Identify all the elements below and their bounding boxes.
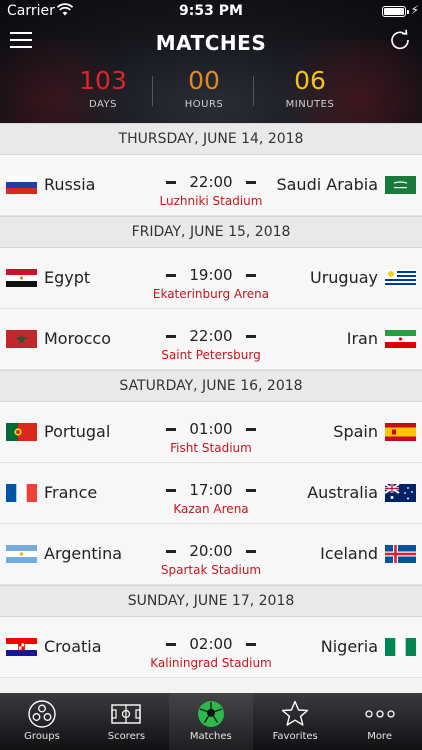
dash-icon [245, 274, 256, 277]
nigeria-flag-icon [385, 638, 416, 656]
status-bar: Carrier 9:53 PM ⚡ [0, 0, 422, 22]
venue-label: Kaliningrad Stadium [150, 656, 272, 670]
days-label: DAYS [88, 99, 118, 110]
date-header: SATURDAY, JUNE 16, 2018 [0, 370, 422, 402]
hours-label: HOURS [184, 99, 224, 110]
tab-more[interactable]: More [338, 693, 422, 750]
venue-label: Luzhniki Stadium [159, 194, 263, 208]
iceland-flag-icon [385, 545, 416, 563]
venue-label: Fisht Stadium [170, 441, 252, 455]
venue-label: Ekaterinburg Arena [152, 287, 270, 301]
dash-icon [166, 550, 177, 553]
venue-label: Spartak Stadium [160, 563, 262, 577]
match-list[interactable]: THURSDAY, JUNE 14, 2018 Russia 22:00 Luzhni… [0, 123, 422, 678]
tab-label: Scorers [107, 731, 146, 742]
hours-value: 00 [188, 66, 220, 95]
australia-flag-icon [385, 484, 416, 502]
battery-icon [382, 6, 409, 17]
match-row[interactable]: Egypt 19:00 Ekaterinburg Arena Uruguay [0, 248, 422, 309]
away-team: Nigeria [320, 637, 378, 656]
venue-label: Saint Petersburg [161, 348, 261, 362]
tab-bar: Groups Scorers Matches Favorites More [0, 693, 422, 750]
football-icon [196, 699, 226, 729]
dash-icon [166, 428, 177, 431]
tab-label: Groups [24, 731, 60, 742]
kickoff-time: 20:00 [189, 542, 233, 560]
tab-label: Favorites [272, 731, 318, 742]
minutes-value: 06 [294, 66, 326, 95]
dash-icon [245, 643, 256, 646]
kickoff-time: 17:00 [189, 481, 233, 499]
match-row[interactable]: Morocco 22:00 Saint Petersburg Iran [0, 309, 422, 370]
tab-label: Matches [189, 731, 232, 742]
venue-label: Kazan Arena [173, 502, 249, 516]
dash-icon [245, 181, 256, 184]
away-team: Spain [333, 422, 378, 441]
header: Carrier 9:53 PM ⚡ MATCHES 103 DAYS 00 HO… [0, 0, 422, 123]
minutes-label: MINUTES [285, 99, 335, 110]
kickoff-time: 22:00 [189, 173, 233, 191]
kickoff-time: 19:00 [189, 266, 233, 284]
date-header: THURSDAY, JUNE 14, 2018 [0, 123, 422, 155]
match-row[interactable]: Argentina 20:00 Spartak Stadium Iceland [0, 524, 422, 585]
groups-icon [27, 699, 57, 729]
tab-scorers[interactable]: Scorers [84, 693, 168, 750]
tab-matches[interactable]: Matches [168, 693, 253, 750]
kickoff-time: 01:00 [189, 420, 233, 438]
away-team: Uruguay [310, 268, 378, 287]
countdown-hours: 00 HOURS [149, 62, 259, 110]
date-header: SUNDAY, JUNE 17, 2018 [0, 585, 422, 617]
away-team: Australia [307, 483, 378, 502]
divider [253, 76, 254, 106]
dash-icon [166, 181, 177, 184]
away-team: Saudi Arabia [276, 175, 378, 194]
charging-icon: ⚡ [410, 3, 419, 17]
days-value: 103 [79, 66, 127, 95]
pitch-icon [111, 699, 142, 729]
status-time: 9:53 PM [179, 3, 243, 19]
dash-icon [245, 550, 256, 553]
countdown-minutes: 06 MINUTES [255, 62, 365, 110]
tab-label: More [367, 731, 392, 742]
match-row[interactable]: Russia 22:00 Luzhniki Stadium Saudi Arabia [0, 155, 422, 216]
refresh-icon[interactable] [389, 29, 411, 51]
uruguay-flag-icon [385, 269, 416, 287]
spain-flag-icon [385, 423, 416, 441]
match-row[interactable]: Portugal 01:00 Fisht Stadium Spain [0, 402, 422, 463]
page-title: MATCHES [155, 31, 267, 55]
dash-icon [166, 274, 177, 277]
more-icon [364, 699, 395, 729]
countdown: 103 DAYS 00 HOURS 06 MINUTES [0, 62, 422, 122]
dash-icon [245, 489, 256, 492]
away-team: Iran [346, 329, 378, 348]
tab-favorites[interactable]: Favorites [253, 693, 337, 750]
dash-icon [166, 643, 177, 646]
dash-icon [245, 335, 256, 338]
dash-icon [166, 335, 177, 338]
kickoff-time: 22:00 [189, 327, 233, 345]
match-row[interactable]: France 17:00 Kazan Arena Australia [0, 463, 422, 524]
date-header: FRIDAY, JUNE 15, 2018 [0, 216, 422, 248]
away-team: Iceland [320, 544, 378, 563]
kickoff-time: 02:00 [189, 635, 233, 653]
dash-icon [166, 489, 177, 492]
saudi-arabia-flag-icon [385, 176, 416, 194]
dash-icon [245, 428, 256, 431]
star-icon [280, 699, 310, 729]
iran-flag-icon [385, 330, 416, 348]
tab-groups[interactable]: Groups [0, 693, 84, 750]
match-row[interactable]: Croatia 02:00 Kaliningrad Stadium Nigeria [0, 617, 422, 678]
countdown-days: 103 DAYS [48, 62, 158, 110]
